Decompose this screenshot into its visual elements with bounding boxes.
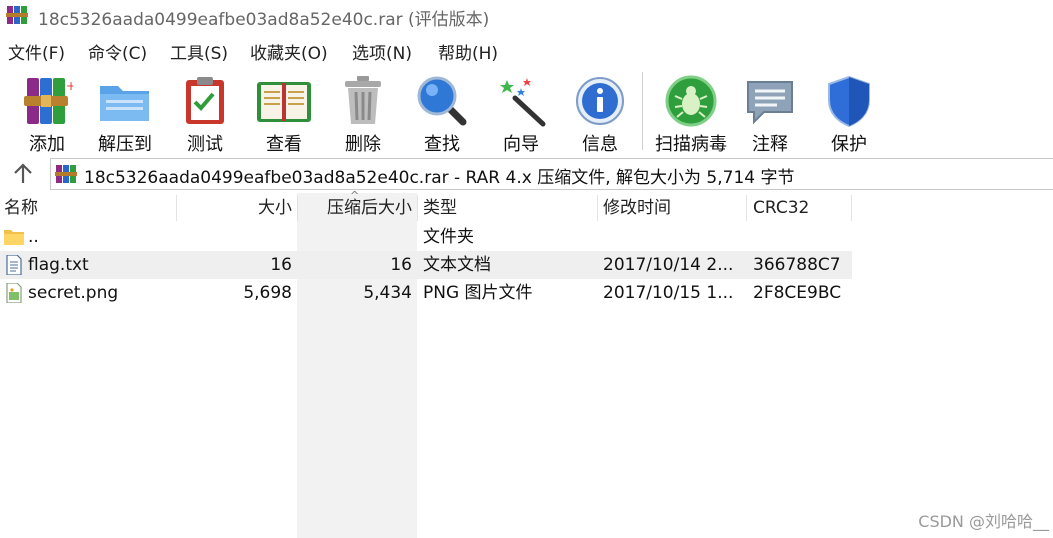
file-size: 16 — [270, 255, 292, 275]
winrar-icon — [6, 6, 28, 24]
title-bar: 18c5326aada0499eafbe03ad8a52e40c.rar (评估… — [0, 0, 1053, 32]
list-item-flag[interactable]: flag.txt 16 16 文本文档 2017/10/14 2... 3667… — [0, 251, 852, 279]
menu-options[interactable]: 选项(N) — [352, 39, 412, 64]
path-field[interactable]: 18c5326aada0499eafbe03ad8a52e40c.rar - R… — [50, 158, 1053, 190]
file-packed-size: 16 — [390, 255, 412, 275]
find-button[interactable]: 查找 — [403, 70, 481, 155]
sort-caret-icon: ^ — [350, 189, 360, 202]
file-name: .. — [28, 227, 39, 247]
clipboard-check-icon — [186, 77, 224, 124]
address-bar: 18c5326aada0499eafbe03ad8a52e40c.rar - R… — [0, 157, 1053, 191]
extract-to-button[interactable]: 解压到 — [86, 70, 164, 155]
test-label: 测试 — [187, 134, 223, 155]
file-name: flag.txt — [28, 255, 89, 275]
toolbar-separator — [642, 72, 643, 150]
column-header-type[interactable]: 类型 — [423, 193, 457, 223]
book-open-icon — [257, 82, 311, 122]
view-button[interactable]: 查看 — [245, 70, 323, 155]
column-divider[interactable] — [417, 195, 418, 221]
test-button[interactable]: 测试 — [166, 70, 244, 155]
file-packed-size — [300, 223, 412, 251]
watermark: CSDN @刘哈哈__ — [918, 512, 1049, 531]
path-text: 18c5326aada0499eafbe03ad8a52e40c.rar - R… — [84, 168, 795, 188]
svg-text:+: + — [66, 79, 73, 93]
view-label: 查看 — [266, 134, 302, 155]
column-divider[interactable] — [176, 195, 177, 221]
add-label: 添加 — [29, 134, 65, 155]
add-button[interactable]: + 添加 — [8, 70, 86, 155]
file-list: 名称 大小 压缩后大小 ^ 类型 修改时间 CRC32 .. 文件夹 flag.… — [0, 189, 1053, 538]
file-crc: 2F8CE9BC — [753, 283, 842, 303]
list-item-secret[interactable]: secret.png 5,698 5,434 PNG 图片文件 2017/10/… — [0, 279, 852, 307]
virus-scan-button[interactable]: 扫描病毒 — [650, 70, 732, 155]
wizard-label: 向导 — [503, 134, 539, 155]
bug-icon — [665, 75, 717, 127]
books-icon: + — [24, 78, 73, 124]
menu-tools[interactable]: 工具(S) — [170, 39, 228, 64]
file-crc — [753, 223, 849, 251]
arrow-up-icon — [14, 163, 32, 183]
column-divider[interactable] — [851, 195, 852, 221]
file-size: 5,698 — [243, 283, 292, 303]
menu-help[interactable]: 帮助(H) — [438, 39, 498, 64]
folder-extract-icon — [100, 86, 149, 121]
info-icon — [576, 77, 624, 125]
comment-icon — [747, 81, 793, 125]
file-crc: 366788C7 — [753, 255, 841, 275]
column-header-crc[interactable]: CRC32 — [753, 193, 809, 223]
column-divider[interactable] — [746, 195, 747, 221]
file-type: 文件夹 — [423, 227, 474, 247]
protect-button[interactable]: 保护 — [810, 70, 888, 155]
magic-wand-icon — [500, 78, 546, 127]
trash-icon — [345, 76, 381, 124]
file-modified: 2017/10/15 1... — [603, 283, 734, 303]
delete-button[interactable]: 删除 — [324, 70, 402, 155]
protect-label: 保护 — [831, 134, 867, 155]
image-file-icon — [6, 283, 22, 303]
list-header: 名称 大小 压缩后大小 ^ 类型 修改时间 CRC32 — [0, 189, 852, 223]
menu-bar: 文件(F) 命令(C) 工具(S) 收藏夹(O) 选项(N) 帮助(H) — [0, 36, 1053, 64]
file-size — [180, 223, 292, 251]
magnifier-icon — [417, 76, 467, 126]
column-header-name[interactable]: 名称 — [4, 193, 38, 223]
folder-icon — [4, 230, 24, 245]
shield-icon — [828, 75, 870, 128]
virus-scan-label: 扫描病毒 — [655, 134, 727, 155]
info-button[interactable]: 信息 — [561, 70, 639, 155]
file-modified: 2017/10/14 2... — [603, 255, 734, 275]
column-divider[interactable] — [297, 195, 298, 221]
column-header-size[interactable]: 大小 — [180, 193, 292, 223]
comment-label: 注释 — [752, 134, 788, 155]
delete-label: 删除 — [345, 134, 381, 155]
menu-favorites[interactable]: 收藏夹(O) — [250, 39, 328, 64]
toolbar: + 添加 解压到 测试 查看 删除 查找 向导 信息 扫描病毒 注释 保护 — [0, 66, 1053, 156]
file-modified — [603, 223, 743, 251]
info-label: 信息 — [582, 134, 618, 155]
extract-to-label: 解压到 — [98, 134, 152, 155]
column-header-modified[interactable]: 修改时间 — [603, 193, 671, 223]
menu-commands[interactable]: 命令(C) — [88, 39, 147, 64]
text-file-icon — [6, 255, 22, 275]
up-button[interactable] — [4, 159, 42, 189]
file-name: secret.png — [28, 283, 119, 303]
comment-button[interactable]: 注释 — [731, 70, 809, 155]
file-type: 文本文档 — [423, 255, 491, 275]
list-item-parent[interactable]: .. 文件夹 — [0, 223, 852, 251]
file-type: PNG 图片文件 — [423, 283, 533, 303]
winrar-icon — [55, 165, 77, 183]
column-divider[interactable] — [597, 195, 598, 221]
menu-file[interactable]: 文件(F) — [8, 39, 65, 64]
file-packed-size: 5,434 — [363, 283, 412, 303]
window-title: 18c5326aada0499eafbe03ad8a52e40c.rar (评估… — [38, 10, 490, 30]
wizard-button[interactable]: 向导 — [482, 70, 560, 155]
find-label: 查找 — [424, 134, 460, 155]
